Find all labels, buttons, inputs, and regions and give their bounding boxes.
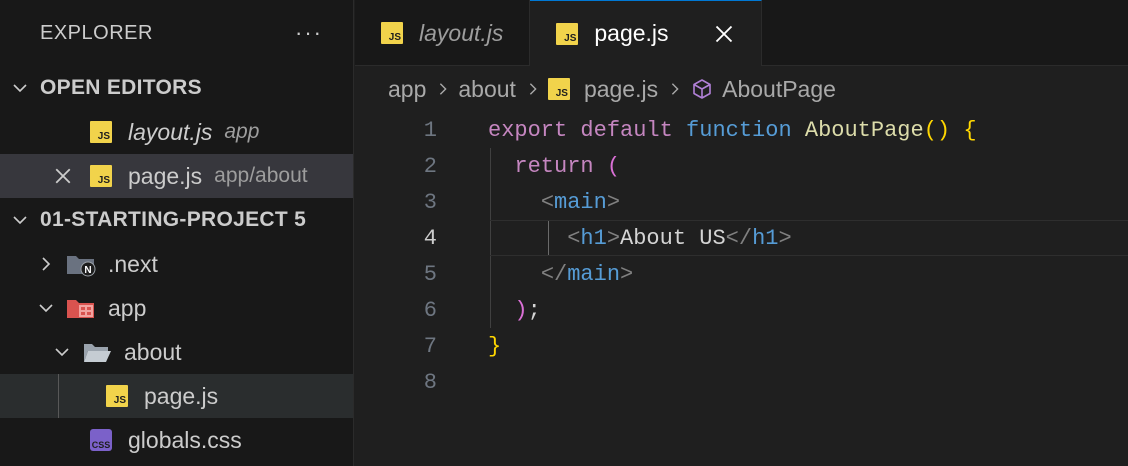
tree-item-about-folder[interactable]: about (0, 330, 353, 374)
chevron-right-icon (526, 82, 540, 96)
tree-item-label: .next (108, 250, 158, 277)
open-editors-header[interactable]: OPEN EDITORS (0, 66, 353, 110)
explorer-sidebar: EXPLORER ··· OPEN EDITORS JS layout.js a… (0, 0, 354, 466)
code-text: </main> (540, 261, 634, 287)
line-number: 3 (423, 189, 437, 215)
tree-item-app-folder[interactable]: app (0, 286, 353, 330)
tab-label: layout.js (419, 19, 504, 46)
line-number: 1 (423, 117, 437, 143)
project-name: 01-STARTING-PROJECT 5 (40, 208, 307, 231)
code-text: ); (514, 297, 541, 323)
line-number: 5 (423, 261, 437, 287)
open-editor-filename: layout.js (128, 118, 213, 145)
more-actions-icon[interactable]: ··· (295, 20, 323, 46)
breadcrumb: app about JS page.js AboutPage (355, 66, 1128, 112)
tab-page-js[interactable]: JS page.js (530, 0, 762, 66)
chevron-right-icon (34, 252, 58, 276)
tree-item-globals-css[interactable]: CSS globals.css (0, 418, 353, 462)
code-editor[interactable]: 1 export default function AboutPage() { … (355, 112, 1128, 400)
chevron-down-icon (50, 340, 74, 364)
line-number: 6 (423, 297, 437, 323)
breadcrumb-file[interactable]: page.js (584, 76, 658, 103)
code-line: 1 export default function AboutPage() { (355, 112, 1128, 148)
js-file-icon: JS (86, 119, 116, 145)
js-file-icon: JS (556, 22, 579, 45)
tree-item-label: app (108, 294, 147, 321)
breadcrumb-symbol[interactable]: AboutPage (722, 76, 836, 103)
open-editors-label: OPEN EDITORS (40, 76, 202, 99)
code-line: 3 <main> (355, 184, 1128, 220)
breadcrumb-app[interactable]: app (388, 76, 426, 103)
code-line: 5 </main> (355, 256, 1128, 292)
open-editor-filename: page.js (128, 162, 203, 189)
code-line: 2 return ( (355, 148, 1128, 184)
js-file-icon: JS (381, 22, 403, 44)
tree-item-next-folder[interactable]: N .next (0, 242, 353, 286)
code-line-current: 4 <h1>About US</h1> (424, 220, 1128, 256)
js-file-icon: JS (86, 163, 116, 189)
code-text: <h1>About US</h1> (567, 225, 792, 251)
open-editor-item-page[interactable]: JS page.js app/about (0, 154, 353, 198)
chevron-down-icon (8, 208, 32, 232)
chevron-right-icon (436, 82, 450, 96)
open-editor-path: app (224, 120, 260, 143)
tree-item-page-file[interactable]: JS page.js (0, 374, 353, 418)
code-line: 8 (355, 364, 1128, 400)
code-text: return ( (514, 153, 621, 179)
close-editor-icon[interactable] (52, 165, 74, 187)
indent-guide (58, 374, 59, 418)
explorer-header: EXPLORER ··· (0, 0, 353, 66)
open-editor-item-layout[interactable]: JS layout.js app (0, 110, 353, 154)
code-text: <main> (540, 189, 621, 215)
app-folder-icon (66, 295, 96, 321)
css-file-icon: CSS (86, 427, 116, 453)
next-folder-icon: N (66, 251, 96, 277)
project-folder-header[interactable]: 01-STARTING-PROJECT 5 (0, 198, 353, 242)
tab-layout-js[interactable]: JS layout.js (355, 0, 531, 66)
symbol-method-icon (690, 77, 714, 101)
breadcrumb-about[interactable]: about (458, 76, 516, 103)
folder-open-icon (82, 339, 112, 365)
chevron-right-icon (668, 82, 682, 96)
line-number: 8 (423, 369, 437, 395)
tree-item-label: page.js (144, 382, 219, 409)
code-line: 6 ); (355, 292, 1128, 328)
tab-label: page.js (594, 20, 669, 46)
open-editor-path: app/about (214, 164, 308, 187)
tab-bar: JS layout.js JS page.js (355, 0, 1128, 66)
tree-item-label: globals.css (128, 426, 242, 453)
line-number: 4 (423, 225, 437, 251)
code-text: export default function AboutPage() { (488, 117, 977, 143)
js-file-icon: JS (102, 383, 132, 409)
tree-item-label: about (124, 338, 182, 365)
editor-area: JS layout.js JS page.js app about JS pag… (355, 0, 1128, 466)
svg-text:N: N (84, 265, 91, 276)
code-text: } (488, 333, 502, 359)
js-file-icon: JS (547, 78, 570, 100)
line-number: 7 (423, 333, 437, 359)
close-tab-icon[interactable] (713, 23, 735, 45)
code-line: 7 } (355, 328, 1128, 364)
chevron-down-icon (8, 76, 32, 100)
line-number: 2 (423, 153, 437, 179)
explorer-title: EXPLORER (40, 21, 153, 44)
chevron-down-icon (34, 296, 58, 320)
